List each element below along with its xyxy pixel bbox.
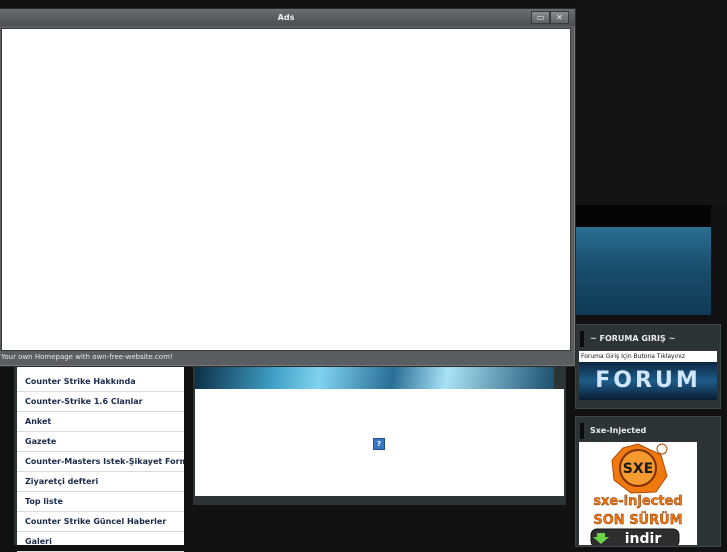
nav-item-istek-sikayet[interactable]: Counter-Masters Istek-Şikayet Formu (17, 452, 184, 472)
right-header-bar (575, 205, 711, 227)
right-column-background (575, 0, 727, 205)
nav-item-gazete[interactable]: Gazete (17, 432, 184, 452)
nav-item-counter-strike-hakkinda[interactable]: Counter Strike Hakkında (17, 372, 184, 392)
nav-item-guncel-haberler[interactable]: Counter Strike Güncel Haberler (17, 512, 184, 532)
nav-item-galeri[interactable]: Galeri (17, 532, 184, 552)
sxe-line1: sxe-injected (593, 494, 682, 509)
nav-item-top-liste[interactable]: Top liste (17, 492, 184, 512)
ads-footer-link[interactable]: Your own Homepage with own-free-website.… (1, 352, 173, 362)
nav-item-clanlar[interactable]: Counter-Strike 1.6 Clanlar (17, 392, 184, 412)
minimize-icon[interactable]: ▭ (531, 11, 550, 24)
broken-image-icon: ? (373, 438, 385, 450)
sxe-download-image[interactable]: SXE sxe-injected SON SÜRÜM indir (579, 442, 697, 545)
sxe-logo-icon: SXE sxe-injected SON SÜRÜM indir (590, 443, 683, 545)
ads-popup-window: Ads ▭ ✕ Your own Homepage with own-free-… (0, 8, 576, 367)
forum-caption: Foruma Giriş Için Butona Tıklayınız (579, 351, 717, 362)
ads-content-area[interactable] (1, 28, 571, 351)
right-blue-banner (575, 227, 711, 315)
nav-item-ziyaretci-defteri[interactable]: Ziyaretçi defteri (17, 472, 184, 492)
sxe-download-label: indir (625, 531, 662, 545)
left-navigation: Counter Strike Hakkında Counter-Strike 1… (14, 360, 184, 552)
nav-item-anket[interactable]: Anket (17, 412, 184, 432)
ads-window-title: Ads (277, 13, 295, 22)
sxe-line2: SON SÜRÜM (593, 512, 682, 528)
sxe-box-title: Sxe-Injected (580, 423, 646, 439)
forum-button-image[interactable]: FORUM (579, 362, 717, 400)
close-icon[interactable]: ✕ (550, 11, 569, 24)
forum-box-title: ~ FORUMA GIRIŞ ~ (580, 331, 675, 347)
sxe-logo-text: SXE (623, 461, 653, 477)
ads-titlebar[interactable]: Ads ▭ ✕ (0, 9, 575, 26)
